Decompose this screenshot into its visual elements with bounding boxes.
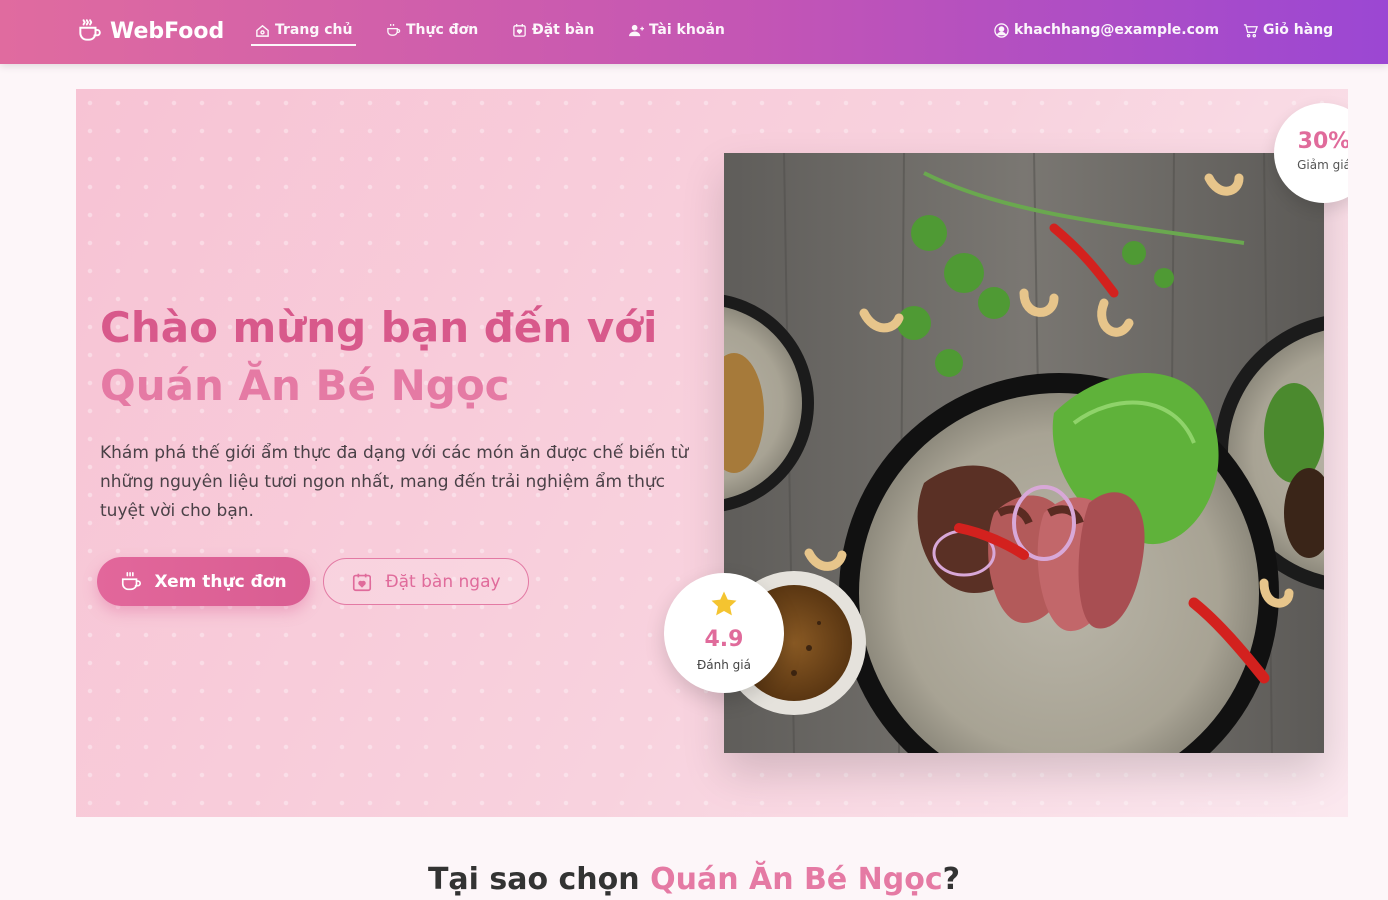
- nav-menu[interactable]: Thực đơn: [386, 18, 478, 42]
- why-suffix: ?: [942, 862, 961, 897]
- hero-title: Chào mừng bạn đến với Quán Ăn Bé Ngọc: [100, 299, 720, 415]
- steak-plate-illustration: [724, 153, 1324, 753]
- nav-account-label: Tài khoản: [649, 22, 725, 38]
- hero-section: Chào mừng bạn đến với Quán Ăn Bé Ngọc Kh…: [76, 89, 1348, 817]
- why-choose-heading: Tại sao chọn Quán Ăn Bé Ngọc?: [0, 862, 1388, 897]
- nav-menu-label: Thực đơn: [406, 22, 479, 38]
- user-circle-icon: [994, 22, 1009, 38]
- star-icon: [711, 591, 737, 616]
- brand-name: WebFood: [110, 18, 225, 44]
- nav-cart-label: Giỏ hàng: [1263, 22, 1334, 38]
- food-photo: [724, 153, 1324, 753]
- book-table-button[interactable]: Đặt bàn ngay: [323, 558, 529, 605]
- coffee-cup-icon: [79, 19, 101, 41]
- rating-label: Đánh giá: [697, 658, 751, 672]
- why-prefix: Tại sao chọn: [427, 862, 651, 897]
- home-icon: [256, 24, 269, 37]
- nav-user-email[interactable]: khachhang@example.com: [994, 18, 1219, 42]
- hero-title-line2: Quán Ăn Bé Ngọc: [100, 361, 510, 410]
- view-menu-label: Xem thực đơn: [154, 571, 287, 592]
- cup-icon: [387, 23, 401, 36]
- calendar-icon: [513, 23, 526, 37]
- nav-home-label: Trang chủ: [275, 22, 353, 38]
- hero-title-line1: Chào mừng bạn đến với: [100, 303, 658, 352]
- nav-account[interactable]: Tài khoản: [629, 18, 725, 42]
- user-icon: [629, 24, 644, 36]
- rating-value: 4.9: [704, 627, 744, 652]
- rating-badge: 4.9 Đánh giá: [664, 573, 784, 693]
- nav-cart[interactable]: Giỏ hàng: [1243, 18, 1333, 42]
- nav-home[interactable]: Trang chủ: [250, 18, 357, 46]
- calendar-heart-icon: [353, 573, 372, 591]
- discount-label: Giảm giá: [1297, 158, 1348, 172]
- cart-icon: [1243, 23, 1258, 37]
- user-email: khachhang@example.com: [1014, 22, 1220, 38]
- discount-value: 30%: [1297, 129, 1348, 154]
- view-menu-button[interactable]: Xem thực đơn: [97, 557, 310, 606]
- brand-logo[interactable]: WebFood: [76, 14, 224, 48]
- cup-icon: [122, 571, 142, 590]
- nav-booking[interactable]: Đặt bàn: [512, 18, 594, 42]
- why-highlight: Quán Ăn Bé Ngọc: [650, 862, 943, 897]
- hero-description: Khám phá thế giới ẩm thực đa dạng với cá…: [100, 443, 689, 521]
- top-navbar: WebFood Trang chủ Thực đơn Đặt bàn Tài k…: [0, 0, 1388, 64]
- book-table-label: Đặt bàn ngay: [385, 571, 501, 592]
- nav-booking-label: Đặt bàn: [532, 22, 595, 38]
